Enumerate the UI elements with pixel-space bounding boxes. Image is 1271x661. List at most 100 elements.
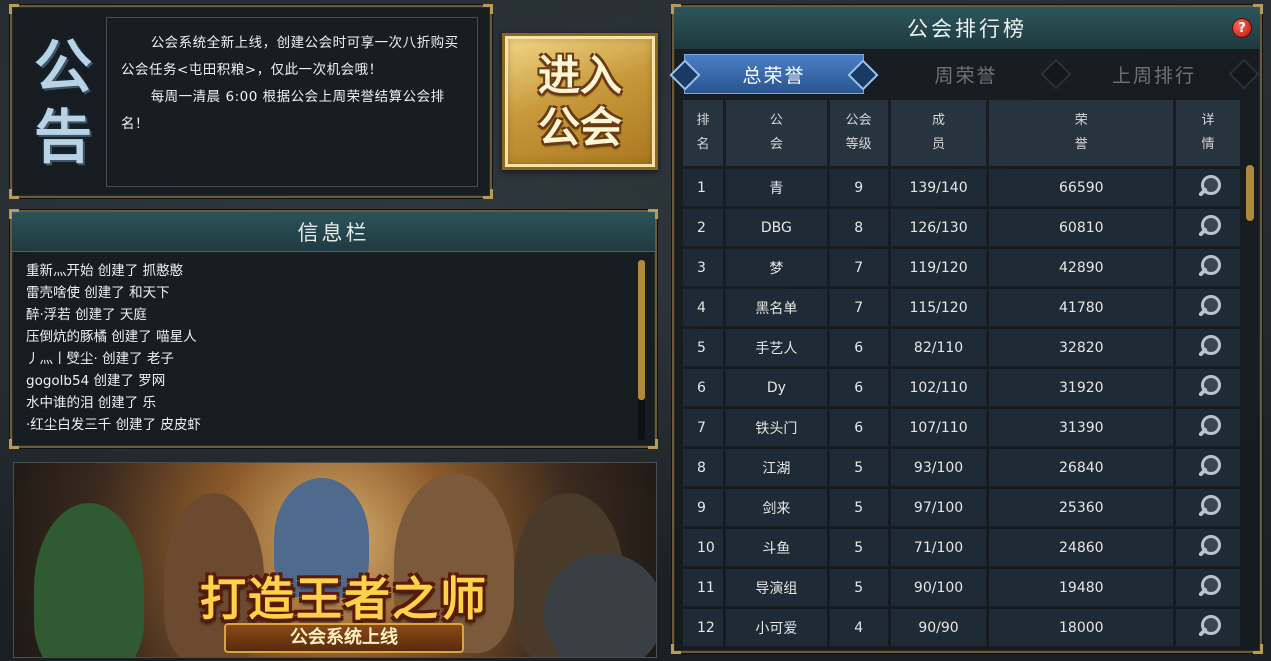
banner-subtitle: 公会系统上线 (224, 623, 464, 653)
magnifier-icon[interactable] (1195, 213, 1222, 239)
guild-level-cell: 7 (829, 249, 888, 286)
magnifier-icon[interactable] (1195, 613, 1222, 639)
members-cell: 115/120 (890, 289, 987, 326)
guild-name-cell: 剑来 (725, 489, 827, 526)
guild-level-cell: 5 (829, 449, 888, 486)
info-list: 重新灬开始 创建了 抓憨憨 雷壳啥使 创建了 和天下 醉·浮若 创建了 天庭 压倒炕的… (26, 260, 631, 440)
members-cell: 139/140 (890, 169, 987, 206)
detail-cell (1176, 249, 1240, 286)
table-row[interactable]: 12 小可爱 4 90/90 18000 (683, 609, 1240, 646)
ranking-scrollbar-thumb[interactable] (1246, 165, 1254, 221)
guild-name-cell: Dy (725, 369, 827, 406)
guild-name-cell: 手艺人 (725, 329, 827, 366)
table-row[interactable]: 5 手艺人 6 82/110 32820 (683, 329, 1240, 366)
table-row[interactable]: 4 黑名单 7 115/120 41780 (683, 289, 1240, 326)
info-scrollbar-thumb[interactable] (638, 260, 645, 400)
honor-cell: 60810 (989, 209, 1174, 246)
magnifier-icon[interactable] (1195, 493, 1222, 519)
detail-cell (1176, 569, 1240, 606)
honor-cell: 31390 (989, 409, 1174, 446)
guild-name-cell: 铁头门 (725, 409, 827, 446)
ranking-title: 公会排行榜 (674, 7, 1260, 49)
info-scrollbar[interactable] (638, 260, 645, 440)
table-row[interactable]: 11 导演组 5 90/100 19480 (683, 569, 1240, 606)
members-cell: 119/120 (890, 249, 987, 286)
help-icon[interactable]: ? (1232, 18, 1252, 38)
table-row[interactable]: 8 江湖 5 93/100 26840 (683, 449, 1240, 486)
detail-cell (1176, 369, 1240, 406)
magnifier-icon[interactable] (1195, 173, 1222, 199)
members-cell: 82/110 (890, 329, 987, 366)
honor-cell: 24860 (989, 529, 1174, 566)
magnifier-icon[interactable] (1195, 253, 1222, 279)
detail-cell (1176, 209, 1240, 246)
rank-cell: 1 (683, 169, 723, 206)
table-row[interactable]: 1 青 9 139/140 66590 (683, 169, 1240, 206)
honor-cell: 32820 (989, 329, 1174, 366)
list-item: ·红尘白发三千 创建了 皮皮虾 (26, 417, 201, 433)
magnifier-icon[interactable] (1195, 293, 1222, 319)
rank-cell: 7 (683, 409, 723, 446)
diamond-ornament-icon (1228, 58, 1260, 90)
rank-cell: 5 (683, 329, 723, 366)
tab-label: 上周排行 (1111, 64, 1196, 87)
guild-name-cell: 青 (725, 169, 827, 206)
magnifier-icon[interactable] (1195, 413, 1222, 439)
guild-name-cell: 黑名单 (725, 289, 827, 326)
guild-level-cell: 6 (829, 369, 888, 406)
magnifier-icon[interactable] (1195, 533, 1222, 559)
guild-level-cell: 5 (829, 489, 888, 526)
notice-paragraph: 公会系统全新上线，创建公会时可享一次八折购买公会任务<屯田积粮>，仅此一次机会哦… (121, 35, 459, 78)
rank-cell: 10 (683, 529, 723, 566)
honor-cell: 19480 (989, 569, 1174, 606)
members-cell: 71/100 (890, 529, 987, 566)
header-level: 公会 等级 (829, 100, 888, 166)
guild-level-cell: 4 (829, 609, 888, 646)
table-header-row: 排名 公会 公会 等级 成员 荣誉 详情 (683, 100, 1240, 166)
rank-cell: 11 (683, 569, 723, 606)
enter-guild-label-line2: 公会 (537, 102, 622, 152)
tab-weekly-honor[interactable]: 周荣誉 (876, 54, 1072, 94)
rank-cell: 2 (683, 209, 723, 246)
tab-last-week-rank[interactable]: 上周排行 (1064, 54, 1260, 94)
header-honor: 荣誉 (989, 100, 1174, 166)
magnifier-icon[interactable] (1195, 573, 1222, 599)
ranking-rows: 1 青 9 139/140 66590 2 DBG 8 126/130 60810 3 梦 7 119/1… (683, 169, 1240, 646)
notice-title-char: 告 (33, 103, 92, 171)
list-item: 雷壳啥使 创建了 和天下 (26, 285, 170, 301)
table-row[interactable]: 9 剑来 5 97/100 25360 (683, 489, 1240, 526)
magnifier-icon[interactable] (1195, 373, 1222, 399)
detail-cell (1176, 449, 1240, 486)
ranking-scrollbar[interactable] (1246, 165, 1254, 645)
ranking-tabs: 总荣誉 周荣誉 上周排行 (669, 54, 1260, 94)
members-cell: 126/130 (890, 209, 987, 246)
info-panel: 信息栏 重新灬开始 创建了 抓憨憨 雷壳啥使 创建了 和天下 醉·浮若 创建了 天庭… (9, 209, 658, 449)
members-cell: 90/100 (890, 569, 987, 606)
table-row[interactable]: 10 斗鱼 5 71/100 24860 (683, 529, 1240, 566)
honor-cell: 26840 (989, 449, 1174, 486)
header-guild: 公会 (725, 100, 827, 166)
list-item: 水中谁的泪 创建了 乐 (26, 395, 157, 411)
guild-level-cell: 6 (829, 409, 888, 446)
detail-cell (1176, 289, 1240, 326)
tab-total-honor[interactable]: 总荣誉 (669, 54, 879, 94)
ranking-table: 排名 公会 公会 等级 成员 荣誉 详情 1 青 9 139/140 66590 2 DBG 8… (680, 97, 1243, 649)
guild-banner[interactable]: 打造王者之师 公会系统上线 (13, 462, 657, 658)
rank-cell: 3 (683, 249, 723, 286)
enter-guild-button[interactable]: 进入 公会 (502, 33, 658, 170)
guild-name-cell: 斗鱼 (725, 529, 827, 566)
members-cell: 107/110 (890, 409, 987, 446)
detail-cell (1176, 409, 1240, 446)
magnifier-icon[interactable] (1195, 333, 1222, 359)
table-row[interactable]: 3 梦 7 119/120 42890 (683, 249, 1240, 286)
list-item: 压倒炕的豚橘 创建了 喵星人 (26, 329, 197, 345)
table-row[interactable]: 7 铁头门 6 107/110 31390 (683, 409, 1240, 446)
header-members: 成员 (890, 100, 987, 166)
detail-cell (1176, 489, 1240, 526)
detail-cell (1176, 169, 1240, 206)
magnifier-icon[interactable] (1195, 453, 1222, 479)
honor-cell: 25360 (989, 489, 1174, 526)
table-row[interactable]: 2 DBG 8 126/130 60810 (683, 209, 1240, 246)
table-row[interactable]: 6 Dy 6 102/110 31920 (683, 369, 1240, 406)
honor-cell: 31920 (989, 369, 1174, 406)
